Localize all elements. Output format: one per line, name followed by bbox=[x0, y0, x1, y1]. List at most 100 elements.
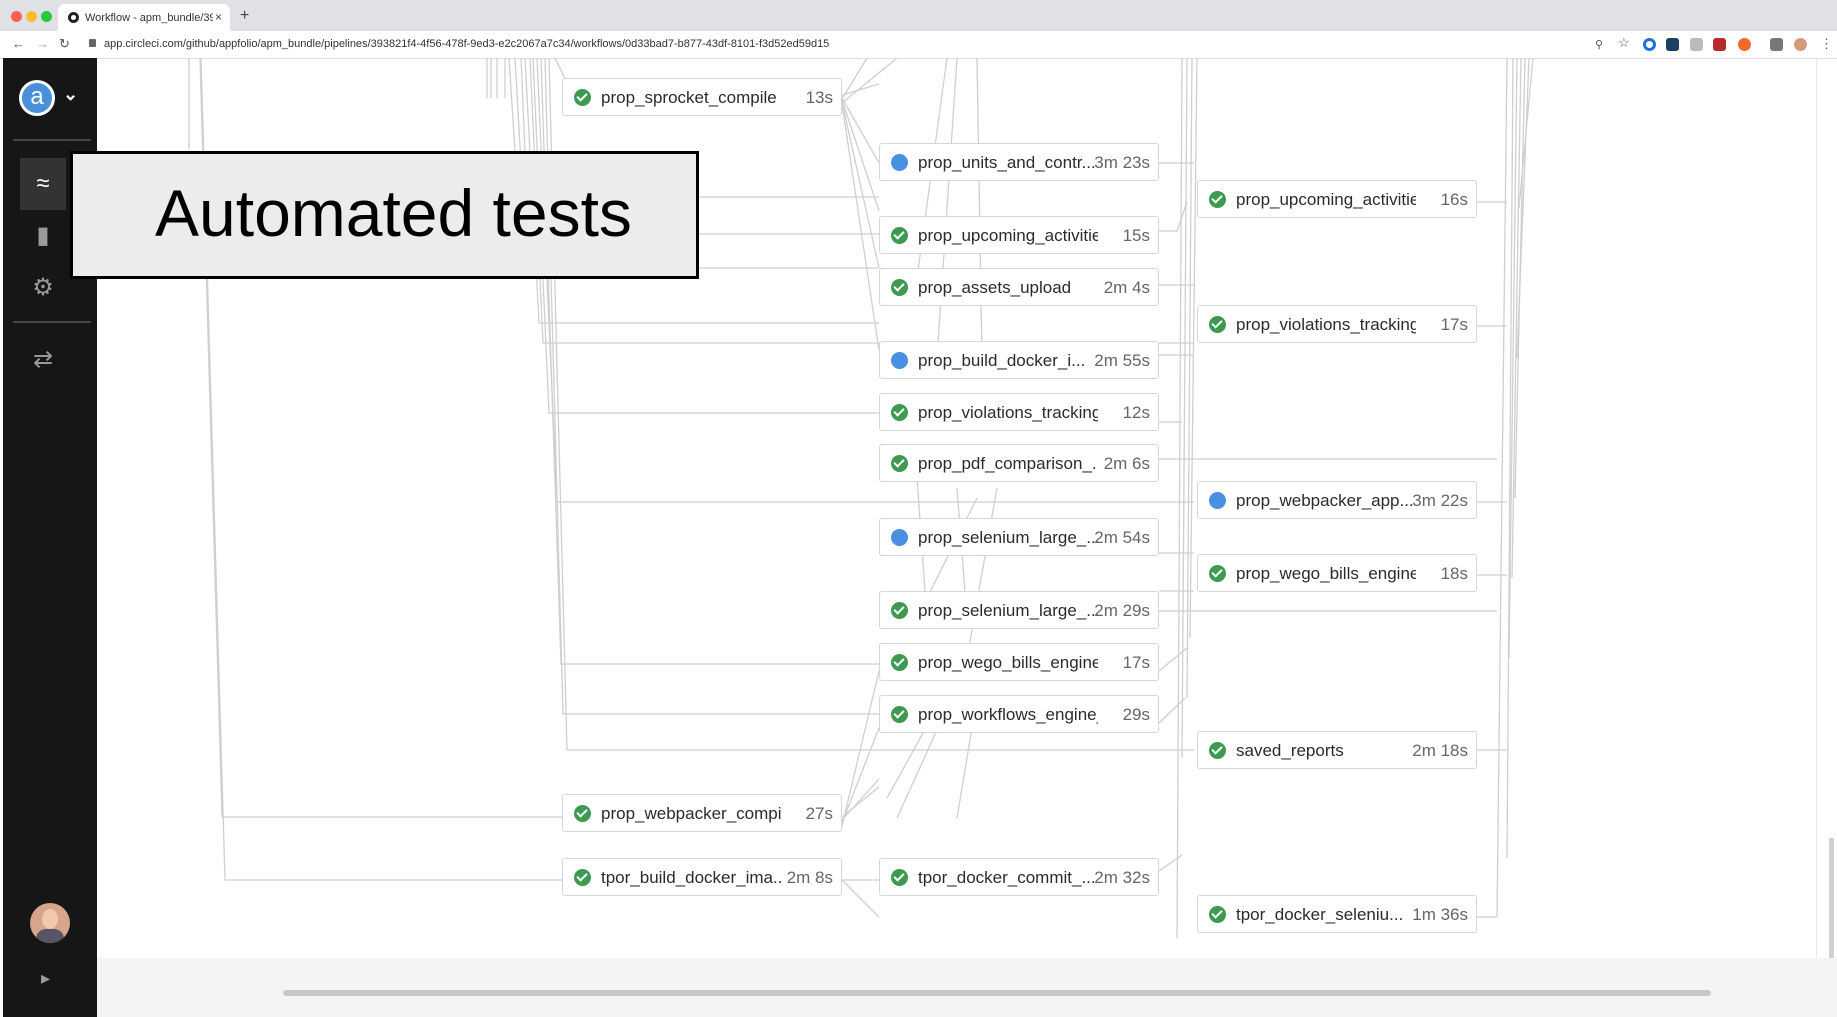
job-duration: 2m 18s bbox=[1412, 741, 1468, 760]
job-node[interactable]: prop_wego_bills_engine_... 17s bbox=[879, 643, 1159, 681]
job-name: prop_sprocket_compile bbox=[601, 88, 777, 107]
job-node[interactable]: prop_webpacker_app... 3m 22s bbox=[1197, 481, 1477, 519]
browser-tab[interactable]: Workflow - apm_bundle/3938 × bbox=[58, 4, 230, 31]
job-node[interactable]: prop_selenium_large_... 2m 54s bbox=[879, 518, 1159, 556]
job-duration: 12s bbox=[1122, 403, 1150, 422]
job-duration: 3m 23s bbox=[1094, 153, 1150, 172]
new-tab-button[interactable]: + bbox=[240, 7, 249, 25]
status-success-icon bbox=[574, 805, 591, 822]
job-node[interactable]: tpor_docker_seleniu... 1m 36s bbox=[1197, 895, 1477, 933]
job-node[interactable]: prop_pdf_comparison_... 2m 6s bbox=[879, 444, 1159, 482]
caption-overlay: Automated tests bbox=[70, 151, 699, 279]
job-name: prop_violations_tracking_... bbox=[1236, 315, 1416, 334]
pipelines-icon[interactable]: ≈ bbox=[20, 158, 66, 210]
job-duration: 2m 4s bbox=[1103, 278, 1150, 297]
job-duration: 2m 54s bbox=[1094, 528, 1150, 547]
status-success-icon bbox=[891, 869, 908, 886]
status-success-icon bbox=[574, 89, 591, 106]
status-running-icon bbox=[891, 154, 908, 171]
job-node[interactable]: prop_webpacker_compile 27s bbox=[562, 794, 842, 832]
job-node[interactable]: prop_wego_bills_engine_... 18s bbox=[1197, 554, 1477, 592]
job-node[interactable]: saved_reports 2m 18s bbox=[1197, 731, 1477, 769]
job-duration: 16s bbox=[1440, 190, 1468, 209]
job-duration: 2m 8s bbox=[786, 868, 833, 887]
status-success-icon bbox=[891, 706, 908, 723]
job-node[interactable]: tpor_build_docker_ima... 2m 8s bbox=[562, 858, 842, 896]
job-duration: 2m 55s bbox=[1094, 351, 1150, 370]
extension-icon[interactable] bbox=[1643, 38, 1656, 51]
job-node[interactable]: prop_workflows_engine_t... 29s bbox=[879, 695, 1159, 733]
job-name: prop_assets_upload bbox=[918, 278, 1072, 297]
job-node[interactable]: tpor_docker_commit_... 2m 32s bbox=[879, 858, 1159, 896]
bookmark-star-icon[interactable]: ☆ bbox=[1618, 35, 1630, 51]
job-node[interactable]: prop_assets_upload 2m 4s bbox=[879, 268, 1159, 306]
window-close-dot[interactable] bbox=[11, 11, 22, 22]
job-duration: 2m 29s bbox=[1094, 601, 1150, 620]
profile-avatar-icon[interactable] bbox=[1794, 38, 1807, 51]
job-node[interactable]: prop_upcoming_activitie... 16s bbox=[1197, 180, 1477, 218]
zoom-icon[interactable]: ⚲ bbox=[1595, 38, 1603, 51]
job-name: prop_upcoming_activitie... bbox=[1236, 190, 1416, 209]
tab-close-icon[interactable]: × bbox=[215, 10, 222, 24]
job-node[interactable]: prop_selenium_large_... 2m 29s bbox=[879, 591, 1159, 629]
sidebar-divider bbox=[13, 139, 91, 141]
job-node[interactable]: prop_build_docker_i... 2m 55s bbox=[879, 341, 1159, 379]
job-node[interactable]: prop_units_and_contr... 3m 23s bbox=[879, 143, 1159, 181]
extension-icon[interactable] bbox=[1690, 38, 1703, 51]
job-duration: 13s bbox=[805, 88, 833, 107]
circleci-logo-icon[interactable]: а bbox=[19, 80, 55, 116]
window-minimize-dot[interactable] bbox=[26, 11, 37, 22]
job-name: tpor_build_docker_ima... bbox=[601, 868, 781, 887]
job-duration: 1m 36s bbox=[1412, 905, 1468, 924]
projects-icon[interactable]: ▮ bbox=[20, 210, 66, 262]
window-zoom-dot[interactable] bbox=[41, 11, 52, 22]
circleci-favicon-icon bbox=[68, 12, 79, 23]
reload-icon[interactable]: ↻ bbox=[59, 36, 70, 52]
extension-icon[interactable] bbox=[1713, 38, 1726, 51]
settings-icon[interactable]: ⚙ bbox=[20, 262, 66, 314]
address-bar: ← → ↻ app.circleci.com/github/appfolio/a… bbox=[0, 31, 1837, 59]
back-icon[interactable]: ← bbox=[12, 36, 25, 51]
job-name: prop_upcoming_activitie... bbox=[918, 226, 1098, 245]
job-duration: 18s bbox=[1440, 564, 1468, 583]
browser-menu-icon[interactable]: ⋮ bbox=[1820, 36, 1833, 52]
tab-title: Workflow - apm_bundle/3938 bbox=[85, 12, 213, 24]
job-name: prop_workflows_engine_t... bbox=[918, 705, 1098, 724]
status-success-icon bbox=[1209, 742, 1226, 759]
url-field[interactable]: app.circleci.com/github/appfolio/apm_bun… bbox=[104, 38, 829, 50]
job-node[interactable]: prop_violations_tracking_... 12s bbox=[879, 393, 1159, 431]
horizontal-scrollbar[interactable] bbox=[283, 990, 1711, 996]
switch-org-icon[interactable]: ⇄ bbox=[20, 334, 66, 386]
chevron-down-icon[interactable]: ⌄ bbox=[63, 84, 78, 105]
canvas-footer bbox=[97, 958, 1837, 1017]
status-running-icon bbox=[891, 352, 908, 369]
avatar[interactable] bbox=[30, 903, 70, 943]
job-name: tpor_docker_commit_... bbox=[918, 868, 1096, 887]
job-node[interactable]: prop_sprocket_compile 13s bbox=[562, 78, 842, 116]
status-success-icon bbox=[891, 279, 908, 296]
job-name: prop_selenium_large_... bbox=[918, 601, 1098, 620]
job-name: prop_wego_bills_engine_... bbox=[918, 653, 1098, 672]
job-name: prop_wego_bills_engine_... bbox=[1236, 564, 1416, 583]
job-duration: 29s bbox=[1122, 705, 1150, 724]
job-name: saved_reports bbox=[1236, 741, 1344, 760]
caption-text: Automated tests bbox=[155, 176, 632, 250]
status-success-icon bbox=[891, 404, 908, 421]
job-duration: 3m 22s bbox=[1412, 491, 1468, 510]
status-success-icon bbox=[891, 602, 908, 619]
reading-list-icon[interactable] bbox=[1770, 38, 1783, 51]
job-duration: 15s bbox=[1122, 226, 1150, 245]
browser-tab-strip: Workflow - apm_bundle/3938 × + bbox=[0, 0, 1837, 31]
job-name: prop_pdf_comparison_... bbox=[918, 454, 1098, 473]
job-node[interactable]: prop_upcoming_activitie... 15s bbox=[879, 216, 1159, 254]
job-duration: 2m 32s bbox=[1094, 868, 1150, 887]
collapse-sidebar-icon[interactable]: ▸ bbox=[41, 968, 50, 989]
extension-icon[interactable] bbox=[1738, 38, 1751, 51]
job-name: prop_violations_tracking_... bbox=[918, 403, 1098, 422]
vertical-scrollbar[interactable] bbox=[1829, 838, 1834, 958]
extension-icon[interactable] bbox=[1666, 38, 1679, 51]
status-success-icon bbox=[1209, 316, 1226, 333]
forward-icon[interactable]: → bbox=[36, 36, 49, 51]
job-node[interactable]: prop_violations_tracking_... 17s bbox=[1197, 305, 1477, 343]
job-duration: 17s bbox=[1440, 315, 1468, 334]
